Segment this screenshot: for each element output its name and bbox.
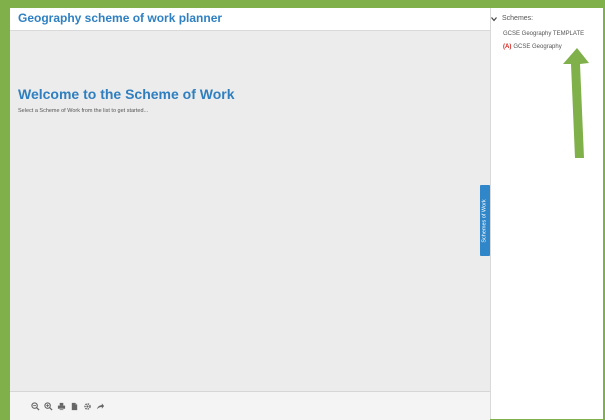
document-icon[interactable] bbox=[69, 401, 79, 411]
schemes-header-label: Schemes: bbox=[502, 15, 534, 22]
zoom-out-icon[interactable] bbox=[30, 401, 40, 411]
schemes-of-work-tab-label: Schemes of Work bbox=[482, 198, 488, 243]
welcome-heading: Welcome to the Scheme of Work bbox=[18, 86, 235, 102]
settings-icon[interactable] bbox=[82, 401, 92, 411]
share-icon[interactable] bbox=[95, 401, 105, 411]
print-icon[interactable] bbox=[56, 401, 66, 411]
app-frame: Geography scheme of work planner Welcome… bbox=[10, 8, 603, 420]
scheme-status-badge: (A) bbox=[503, 44, 512, 50]
scheme-item-label: GCSE Geography bbox=[513, 44, 562, 50]
schemes-panel: Schemes: GCSE Geography TEMPLATE (A) GCSE… bbox=[491, 8, 603, 419]
main-panel: Geography scheme of work planner Welcome… bbox=[10, 8, 491, 420]
scheme-item-gcse-geography[interactable]: (A) GCSE Geography bbox=[503, 44, 562, 50]
scheme-item-gcse-geography-template[interactable]: GCSE Geography TEMPLATE bbox=[503, 31, 584, 37]
title-bar: Geography scheme of work planner bbox=[10, 8, 490, 31]
schemes-of-work-tab[interactable]: Schemes of Work bbox=[480, 185, 490, 256]
app-title: Geography scheme of work planner bbox=[18, 11, 223, 25]
zoom-in-icon[interactable] bbox=[43, 401, 53, 411]
schemes-header[interactable]: Schemes: bbox=[491, 15, 533, 22]
welcome-subtitle: Select a Scheme of Work from the list to… bbox=[18, 108, 149, 114]
bottom-toolbar bbox=[10, 391, 490, 420]
chevron-down-icon bbox=[491, 16, 497, 21]
scheme-item-label: GCSE Geography TEMPLATE bbox=[503, 31, 585, 37]
